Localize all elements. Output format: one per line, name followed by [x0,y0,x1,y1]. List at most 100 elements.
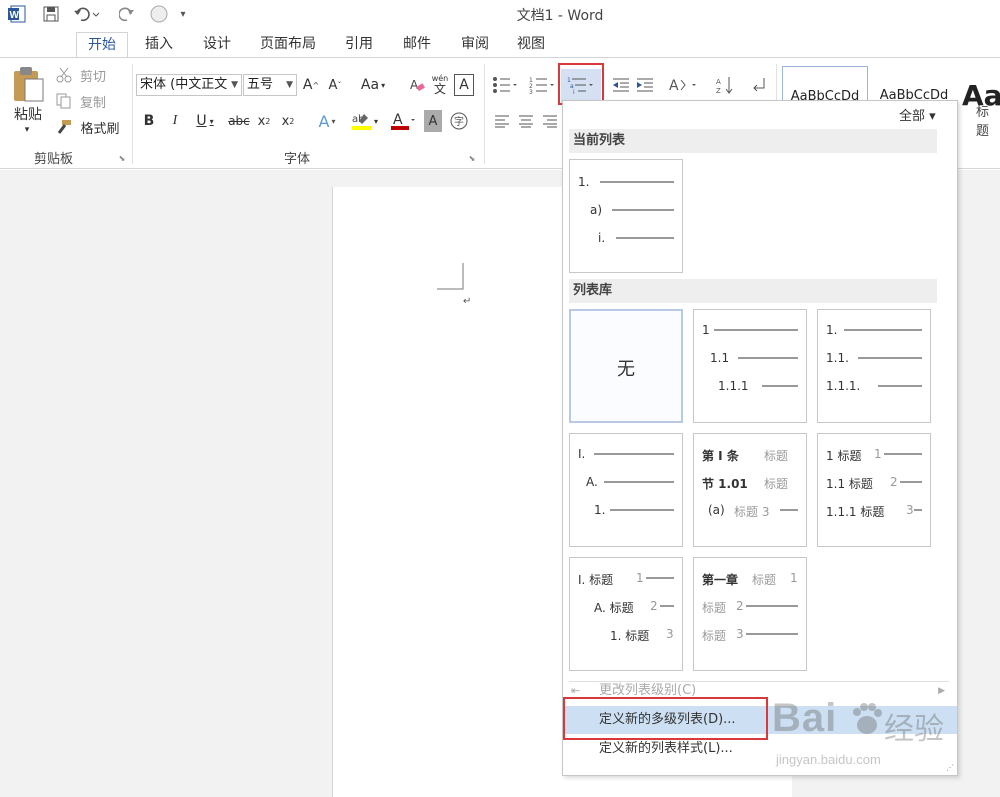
align-left-icon[interactable] [492,110,512,132]
increase-indent-icon[interactable] [634,74,656,96]
tab-page-layout[interactable]: 页面布局 [252,32,324,58]
paste-dropdown-icon[interactable]: ▾ [20,124,34,136]
tab-design[interactable]: 设计 [194,32,240,58]
thumb-level-num: 3 [906,503,914,517]
list-numeric-thumb[interactable]: 1 1.1 1.1.1 [693,309,807,423]
watermark-url: jingyan.baidu.com [776,752,881,767]
svg-text:Z: Z [716,87,721,94]
chinese-layout-icon[interactable]: A [666,74,702,96]
thumb-level2: 1.1 标题 [826,477,873,491]
numbering-icon[interactable]: 123 [526,74,558,96]
character-shading-icon[interactable]: A [424,110,442,132]
format-painter-button[interactable]: 格式刷 [76,118,124,137]
decrease-indent-icon[interactable] [610,74,632,96]
enclose-characters-icon[interactable]: 字 [448,110,470,132]
list-roman-thumb[interactable]: I. A. 1. [569,433,683,547]
list-numeric-dot-thumb[interactable]: 1. 1.1. 1.1.1. [817,309,931,423]
change-list-level-label: 更改列表级别(C) [599,683,697,698]
styles-all-button[interactable]: 全部 ▾ [899,105,936,124]
cut-button[interactable]: 剪切 [76,66,110,85]
separator [132,64,133,164]
list-heading-roman-thumb[interactable]: I. 标题 1 A. 标题 2 1. 标题 3 [569,557,683,671]
paw-icon [853,703,882,734]
phonetic-guide-button[interactable]: wén 文 [430,71,450,97]
thumb-level-num: 2 [650,599,658,613]
window-title: 文档1 - Word [516,8,604,24]
thumb-level3: 1.1.1 [718,379,749,393]
text-effects-icon[interactable]: A ▾ [312,110,342,132]
thumb-level-num: 3 [736,627,744,641]
format-painter-icon [54,118,74,136]
thumb-level-num: 2 [890,475,898,489]
font-launcher-icon[interactable]: ⬊ [466,152,478,164]
title-bar: W ▾ 文档1 - Word [0,0,1000,28]
thumb-level3: 1.1.1. [826,379,861,393]
list-article-section-thumb[interactable]: 第 I 条标题 节 1.01 标题 (a) 标题 3 [693,433,807,547]
grow-font-icon[interactable]: A ^ [302,74,320,96]
tab-review[interactable]: 审阅 [452,32,498,58]
font-color-icon[interactable]: A [386,110,420,132]
svg-text:A: A [669,78,679,94]
tab-view[interactable]: 视图 [508,32,554,58]
thumb-level1: I. 标题 [578,573,614,587]
shrink-font-icon[interactable]: Aˇ [326,74,344,96]
thumb-level2: 节 1.01 [702,477,748,491]
chevron-down-icon: ▼ [286,80,293,90]
multilevel-list-menu: 全部 ▾ 当前列表 1. a) i. 列表库 无 1 1.1 1.1.1 1. … [562,100,958,776]
tab-references[interactable]: 引用 [336,32,382,58]
list-library-header: 列表库 [569,279,937,303]
thumb-level3: 1. 标题 [610,629,650,643]
highlight-icon[interactable]: ab ▾ [346,110,382,132]
thumb-level1: 1. [578,175,590,189]
phonetic-char: 文 [433,82,446,96]
list-none-thumb[interactable]: 无 [569,309,683,423]
thumb-level2: A. 标题 [594,601,634,615]
tab-mailings[interactable]: 邮件 [394,32,440,58]
watermark-brand2: 经验 [884,713,944,746]
current-list-thumb[interactable]: 1. a) i. [569,159,683,273]
bullets-icon[interactable] [488,74,522,96]
show-marks-icon[interactable] [748,74,770,96]
paste-icon[interactable] [8,64,48,104]
thumb-level-num: 2 [736,599,744,613]
thumb-level1: I. [578,447,586,461]
svg-text:字: 字 [454,115,464,128]
bold-icon[interactable]: B [140,110,158,132]
thumb-level-num: 1 [636,571,644,585]
change-case-button[interactable]: Aa ▾ [358,74,388,96]
margin-corner-mark [437,263,464,290]
list-heading-numeric-thumb[interactable]: 1 标题 1 1.1 标题 2 1.1.1 标题 3 [817,433,931,547]
subscript-icon[interactable]: x2 [254,110,274,132]
font-size-combo[interactable]: 五号 ▼ [243,74,297,96]
define-new-list-style-label: 定义新的列表样式(L)... [599,741,733,756]
align-center-icon[interactable] [516,110,536,132]
character-border-icon[interactable]: A [454,74,474,96]
thumb-heading-label: 标题 [764,449,789,463]
copy-button[interactable]: 复制 [76,92,110,111]
clear-formatting-icon[interactable]: A [408,74,426,96]
paste-button[interactable]: 粘贴 [6,104,50,124]
font-size-value: 五号 [247,77,274,92]
tab-insert[interactable]: 插入 [136,32,182,58]
italic-icon[interactable]: I [166,110,184,132]
sort-icon[interactable]: AZ [714,74,736,96]
svg-text:A: A [716,78,721,86]
superscript-icon[interactable]: x2 [278,110,298,132]
current-list-header: 当前列表 [569,129,937,153]
list-chapter-thumb[interactable]: 第一章 标题 1 标题 2 标题 3 [693,557,807,671]
font-name-combo[interactable]: 宋体 (中文正文 ▼ [136,74,242,96]
baidu-watermark: Bai 经验 jingyan.baidu.com [772,688,962,778]
thumb-level1: 1 标题 [826,449,862,463]
copy-icon [54,92,74,110]
thumb-heading-label: 标题 3 [734,505,770,519]
align-right-icon[interactable] [540,110,560,132]
thumb-level3: (a) [708,503,725,517]
thumb-level-num: 1 [790,571,798,585]
clipboard-group-label: 剪贴板 [34,152,74,167]
chevron-down-icon: ▼ [231,80,238,90]
style-heading1-label: 标题 [976,105,990,139]
underline-icon[interactable]: U ▾ [190,110,220,132]
clipboard-launcher-icon[interactable]: ⬊ [116,152,128,164]
tab-home[interactable]: 开始 [76,32,128,58]
strikethrough-icon[interactable]: abc [226,110,252,132]
